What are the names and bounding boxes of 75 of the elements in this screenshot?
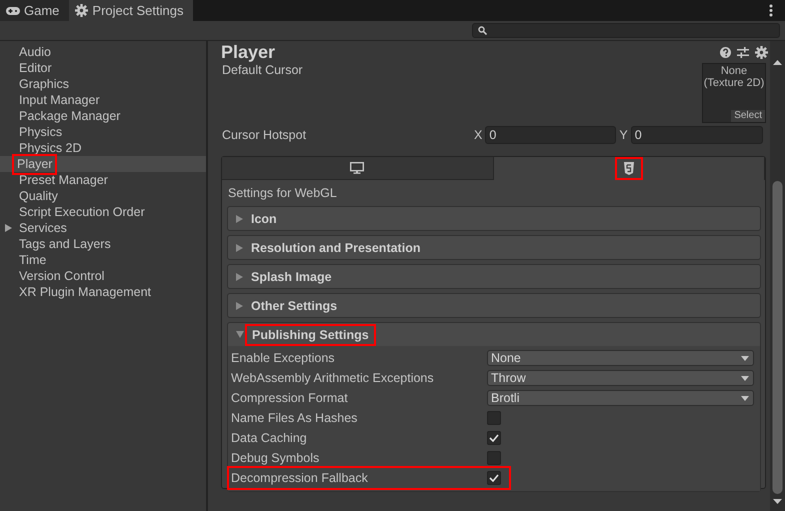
sidebar-item[interactable]: Graphics (15, 76, 74, 92)
search-field[interactable] (472, 23, 780, 38)
sidebar-item[interactable]: Services (15, 220, 71, 236)
number-field[interactable]: 0 (485, 126, 616, 144)
sidebar-item[interactable]: Version Control (15, 268, 108, 284)
dropdown[interactable]: Brotli (487, 390, 754, 406)
section-title: Icon (250, 210, 278, 228)
caret-icon (741, 356, 749, 360)
section-title: Other Settings (250, 298, 338, 315)
foldout-header[interactable]: Resolution and Presentation (228, 236, 760, 259)
field-label: Cursor Hotspot (221, 128, 308, 142)
sidebar-item[interactable]: Preset Manager (15, 172, 112, 188)
field-label: Compression Format (231, 391, 349, 405)
caret-icon (741, 376, 749, 380)
checkbox[interactable] (487, 451, 501, 465)
field-label: Decompression Fallback (231, 471, 369, 485)
texture-label: None (720, 65, 748, 77)
sidebar-item[interactable]: Player (12, 154, 58, 174)
sidebar-item[interactable]: Editor (15, 60, 56, 76)
section-title: Publishing Settings (245, 324, 376, 346)
field-label: WebAssembly Arithmetic Exceptions (231, 371, 435, 385)
section-title: Splash Image (250, 268, 333, 286)
sidebar-item[interactable]: Package Manager (15, 108, 124, 124)
expand-arrow-icon (236, 244, 243, 252)
help-icon (720, 46, 731, 58)
field-label: Name Files As Hashes (231, 411, 358, 425)
sidebar-item[interactable]: Input Manager (15, 92, 104, 108)
expand-arrow-icon (5, 224, 12, 232)
sidebar-item[interactable]: Physics (15, 124, 66, 140)
section-caption: Settings for WebGL (227, 185, 338, 202)
expand-arrow-icon (236, 302, 243, 310)
tab[interactable]: Game (0, 0, 70, 21)
sidebar-item[interactable]: Audio (15, 44, 55, 60)
checkmark-icon (489, 474, 499, 482)
texture-slot[interactable]: None (Texture 2D) Select (702, 63, 766, 123)
field-label: Default Cursor (221, 63, 303, 79)
expand-arrow-icon (236, 214, 243, 222)
checkbox[interactable] (487, 471, 501, 485)
tab[interactable]: Project Settings (69, 0, 194, 21)
section-title: Resolution and Presentation (250, 240, 422, 256)
field-label: Debug Symbols (231, 451, 320, 465)
field-label: Enable Exceptions (231, 351, 336, 365)
expand-arrow-icon (236, 272, 243, 280)
more-menu-icon (769, 4, 773, 17)
sidebar-item[interactable]: Physics 2D (15, 140, 86, 156)
platform-tab[interactable] (222, 157, 494, 180)
select-button[interactable]: Select (731, 110, 765, 122)
foldout-header[interactable]: Publishing Settings (228, 323, 760, 346)
field-label: Data Caching (231, 431, 308, 445)
settings-icon (75, 4, 88, 17)
foldout-header[interactable]: Splash Image (228, 265, 760, 288)
caret-icon (741, 396, 749, 400)
axis-label: X (474, 128, 482, 142)
shield-icon (624, 162, 634, 175)
foldout-header[interactable]: Other Settings (228, 294, 760, 317)
sliders-icon (737, 46, 749, 58)
sidebar-item[interactable]: XR Plugin Management (15, 284, 156, 300)
page-title: Player (221, 42, 276, 62)
checkbox[interactable] (487, 431, 501, 445)
monitor-icon (350, 162, 364, 174)
checkbox[interactable] (487, 411, 501, 425)
checkmark-icon (489, 434, 499, 442)
search-icon (478, 26, 487, 35)
sidebar-item[interactable]: Script Execution Order (15, 204, 149, 220)
sidebar-item[interactable]: Time (15, 252, 50, 268)
gamepad-icon (6, 6, 20, 14)
texture-label: (Texture 2D) (704, 77, 764, 89)
axis-label: Y (619, 128, 628, 142)
sidebar-item[interactable]: Tags and Layers (15, 236, 115, 252)
number-field[interactable]: 0 (630, 126, 763, 144)
sidebar-item[interactable]: Quality (15, 188, 62, 204)
collapse-arrow-icon (236, 331, 244, 338)
foldout-header[interactable]: Icon (228, 207, 760, 230)
dropdown[interactable]: None (487, 350, 754, 366)
dropdown[interactable]: Throw (487, 370, 754, 386)
